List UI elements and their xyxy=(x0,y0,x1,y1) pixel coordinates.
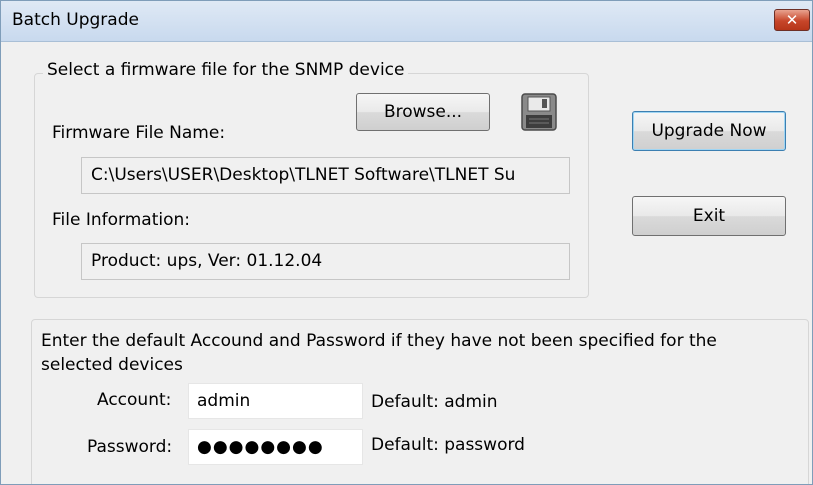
browse-button[interactable]: Browse... xyxy=(356,93,490,131)
password-label: Password: xyxy=(87,437,173,457)
account-default-text: Default: admin xyxy=(371,392,498,412)
close-icon: ✕ xyxy=(785,11,799,29)
credentials-instruction-line2: selected devices xyxy=(41,355,183,375)
upgrade-now-button[interactable]: Upgrade Now xyxy=(632,111,786,151)
batch-upgrade-window: Batch Upgrade ✕ Select a firmware file f… xyxy=(0,0,813,485)
password-input[interactable] xyxy=(188,429,363,465)
file-information-label: File Information: xyxy=(52,210,190,230)
firmware-group-legend: Select a firmware file for the SNMP devi… xyxy=(43,60,409,80)
close-button[interactable]: ✕ xyxy=(774,9,810,31)
window-title: Batch Upgrade xyxy=(12,10,139,30)
firmware-file-name-field: C:\Users\USER\Desktop\TLNET Software\TLN… xyxy=(81,157,570,194)
credentials-instruction-line1: Enter the default Accound and Password i… xyxy=(41,331,717,351)
title-bar[interactable]: Batch Upgrade ✕ xyxy=(1,1,812,42)
firmware-file-name-label: Firmware File Name: xyxy=(52,123,226,143)
floppy-disk-icon xyxy=(521,93,557,135)
file-information-field: Product: ups, Ver: 01.12.04 xyxy=(81,243,570,280)
exit-button[interactable]: Exit xyxy=(632,196,786,236)
password-default-text: Default: password xyxy=(371,435,525,455)
account-input[interactable] xyxy=(188,383,363,419)
account-label: Account: xyxy=(97,390,172,410)
